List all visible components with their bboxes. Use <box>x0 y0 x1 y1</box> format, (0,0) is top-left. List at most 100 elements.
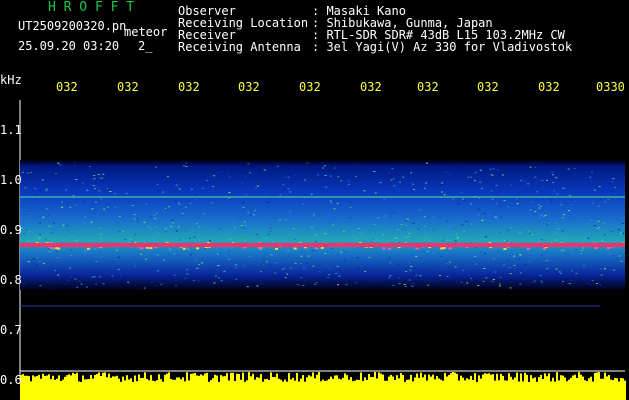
noise-speck <box>506 206 509 208</box>
noise-speck <box>154 218 157 219</box>
noise-speck <box>27 241 30 242</box>
floor-bar <box>522 381 524 400</box>
noise-speck <box>620 232 622 234</box>
floor-bar <box>454 372 456 400</box>
noise-speck <box>478 208 480 210</box>
floor-bar <box>98 372 100 400</box>
noise-speck <box>153 214 156 216</box>
noise-speck <box>532 282 535 283</box>
noise-speck <box>340 252 343 254</box>
floor-bar <box>258 377 260 400</box>
noise-speck <box>407 236 410 238</box>
y-tick-0.9: 0.9 <box>0 223 22 237</box>
noise-speck <box>589 284 592 286</box>
floor-bar <box>162 381 164 400</box>
noise-speck <box>168 206 170 208</box>
floor-bar <box>332 378 334 400</box>
noise-speck <box>348 180 351 182</box>
noise-speck <box>483 268 486 269</box>
noise-speck <box>243 265 246 267</box>
floor-bar <box>496 373 498 400</box>
floor-bar <box>140 378 142 400</box>
noise-speck <box>42 263 45 265</box>
noise-speck <box>260 221 263 223</box>
floor-bar <box>282 381 284 400</box>
noise-speck <box>55 276 57 278</box>
noise-speck <box>84 216 87 218</box>
noise-speck <box>612 269 615 271</box>
noise-speck <box>373 171 376 172</box>
noise-speck <box>446 263 449 265</box>
floor-bar <box>236 373 238 400</box>
noise-speck <box>336 266 339 268</box>
floor-bar <box>106 377 108 400</box>
noise-speck <box>560 272 563 274</box>
noise-speck <box>473 180 476 182</box>
floor-bar <box>434 379 436 400</box>
noise-speck <box>607 199 610 201</box>
noise-speck <box>284 266 286 268</box>
noise-speck <box>192 279 195 281</box>
noise-speck <box>38 222 41 224</box>
floor-bar <box>402 375 404 400</box>
floor-bar <box>466 378 468 400</box>
floor-bar <box>126 375 128 400</box>
noise-speck <box>414 268 417 270</box>
noise-speck <box>269 231 272 232</box>
noise-speck <box>322 167 325 169</box>
noise-speck <box>595 283 598 284</box>
noise-speck <box>287 250 290 252</box>
noise-speck <box>324 233 327 234</box>
noise-speck <box>131 204 134 206</box>
noise-speck <box>168 248 171 250</box>
floor-bar <box>370 377 372 400</box>
noise-speck <box>196 267 199 269</box>
noise-speck <box>388 277 391 279</box>
noise-speck <box>345 283 348 285</box>
noise-speck <box>48 215 50 217</box>
noise-speck <box>390 179 393 181</box>
noise-speck <box>484 205 487 207</box>
noise-speck <box>143 221 146 223</box>
noise-speck <box>492 212 495 214</box>
floor-bar <box>58 375 60 400</box>
floor-bar <box>534 377 536 400</box>
noise-speck <box>298 276 301 278</box>
noise-speck <box>349 217 352 219</box>
noise-speck <box>492 168 495 170</box>
noise-speck <box>143 287 146 289</box>
floor-bar <box>302 375 304 400</box>
noise-speck <box>41 179 44 181</box>
echo-speck <box>527 247 530 250</box>
noise-speck <box>251 223 254 224</box>
noise-speck <box>76 286 79 288</box>
floor-bar <box>118 378 120 400</box>
floor-bar <box>290 379 292 400</box>
noise-speck <box>571 270 574 272</box>
floor-bar <box>584 380 586 400</box>
noise-speck <box>190 188 193 190</box>
noise-speck <box>406 218 409 220</box>
floor-bar <box>340 379 342 400</box>
noise-speck <box>618 229 621 231</box>
noise-speck <box>417 228 420 230</box>
noise-speck <box>95 261 98 262</box>
floor-bar <box>474 373 476 400</box>
echo-speck <box>140 247 144 250</box>
floor-bar <box>252 373 254 400</box>
floor-bar <box>342 377 344 400</box>
noise-speck <box>261 247 263 249</box>
noise-speck <box>184 206 187 208</box>
noise-speck <box>177 227 180 229</box>
noise-speck <box>404 224 407 226</box>
noise-speck <box>224 254 227 256</box>
floor-bar <box>158 374 160 400</box>
floor-bar <box>408 379 410 400</box>
floor-bar <box>378 372 380 400</box>
noise-speck <box>164 228 167 230</box>
floor-bar <box>292 377 294 400</box>
noise-speck <box>456 237 459 239</box>
noise-speck <box>587 237 590 239</box>
floor-bar <box>110 377 112 400</box>
noise-speck <box>309 265 312 267</box>
